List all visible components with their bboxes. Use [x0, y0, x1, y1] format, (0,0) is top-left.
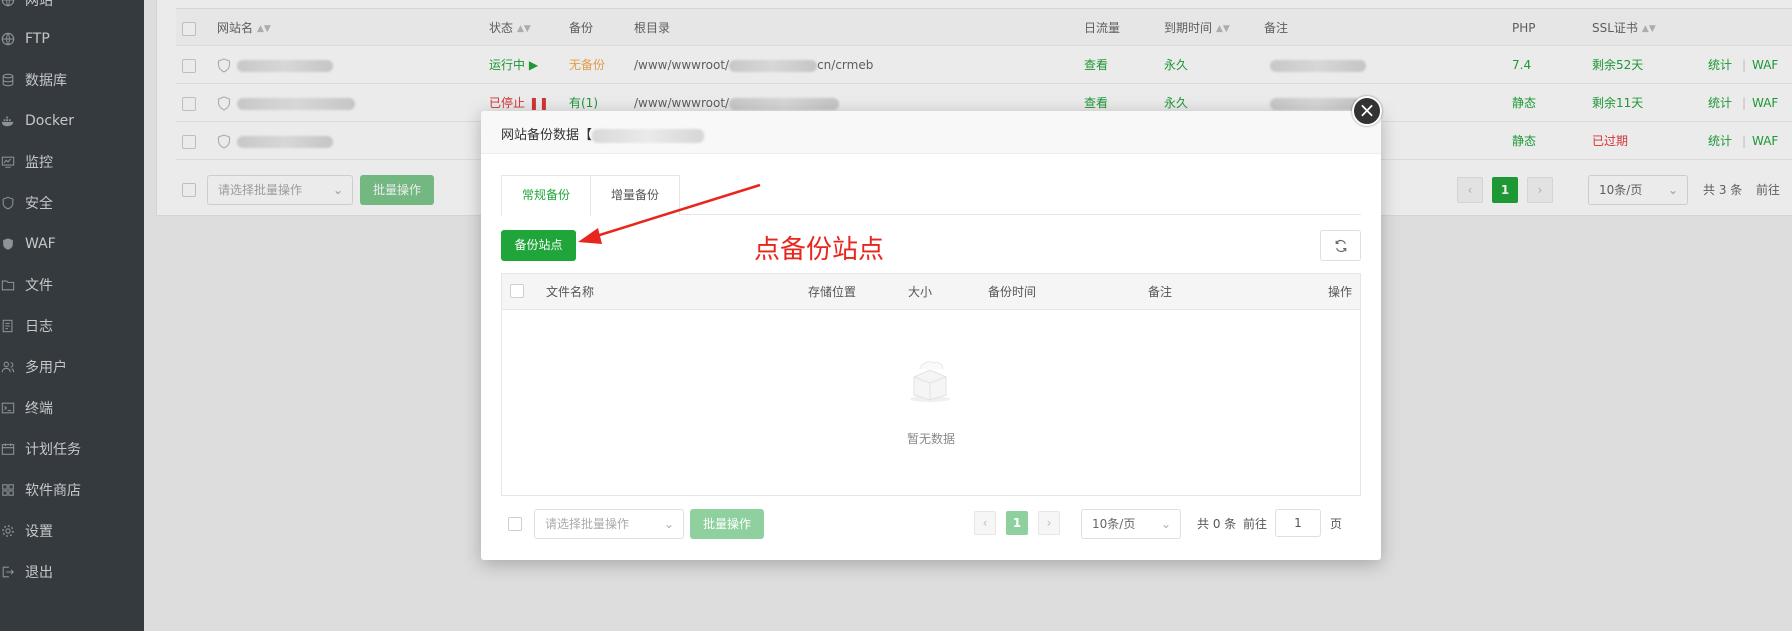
page-suffix: 页	[1330, 517, 1343, 531]
chevron-down-icon: ⌄	[1160, 517, 1171, 531]
per-page-select[interactable]: 10条/页 ⌄	[1081, 509, 1181, 539]
tab-incremental-backup[interactable]: 增量备份	[590, 175, 681, 215]
backup-select-all-checkbox[interactable]	[510, 284, 524, 298]
backup-modal: 网站备份数据【 常规备份 增量备份 备份站点 文件名称 存储位置 大小 备份时间…	[481, 111, 1381, 560]
header-note: 备注	[1148, 285, 1173, 299]
backup-tabs: 常规备份 增量备份	[501, 175, 1361, 216]
chevron-down-icon: ⌄	[663, 517, 674, 531]
header-location: 存储位置	[808, 285, 857, 299]
tab-normal-backup[interactable]: 常规备份	[501, 175, 592, 216]
modal-header: 网站备份数据【	[481, 111, 1381, 154]
backup-table: 文件名称 存储位置 大小 备份时间 备注 操作 暂无数据	[501, 273, 1361, 496]
goto-page-input[interactable]	[1275, 509, 1321, 537]
empty-state: 暂无数据	[502, 310, 1360, 495]
modal-footer: 请选择批量操作⌄ 批量操作 ‹ 1 › 10条/页⌄ 共 0 条 前往 页	[501, 508, 1361, 540]
modal-title: 网站备份数据【	[501, 124, 705, 143]
header-file-name: 文件名称	[546, 285, 595, 299]
refresh-button[interactable]	[1320, 230, 1361, 261]
footer-select-all-checkbox[interactable]	[508, 517, 522, 531]
backup-table-header: 文件名称 存储位置 大小 备份时间 备注 操作	[502, 274, 1360, 310]
batch-select[interactable]: 请选择批量操作 ⌄	[534, 509, 684, 539]
goto-label: 前往	[1243, 517, 1268, 531]
empty-text: 暂无数据	[906, 432, 955, 446]
next-page-button[interactable]: ›	[1038, 511, 1060, 535]
modal-close-button[interactable]: ×	[1352, 96, 1382, 126]
header-backup-time: 备份时间	[988, 285, 1037, 299]
empty-box-icon	[910, 361, 950, 402]
backup-site-button[interactable]: 备份站点	[501, 230, 576, 261]
total-count: 共 0 条	[1197, 517, 1237, 531]
close-icon: ×	[1358, 98, 1376, 122]
prev-page-button[interactable]: ‹	[974, 511, 996, 535]
annotation-text: 点备份站点	[754, 235, 885, 265]
batch-button[interactable]: 批量操作	[690, 509, 764, 539]
refresh-icon	[1335, 239, 1346, 252]
header-actions: 操作	[1328, 285, 1353, 299]
current-page[interactable]: 1	[1006, 511, 1028, 535]
header-size: 大小	[908, 285, 933, 299]
